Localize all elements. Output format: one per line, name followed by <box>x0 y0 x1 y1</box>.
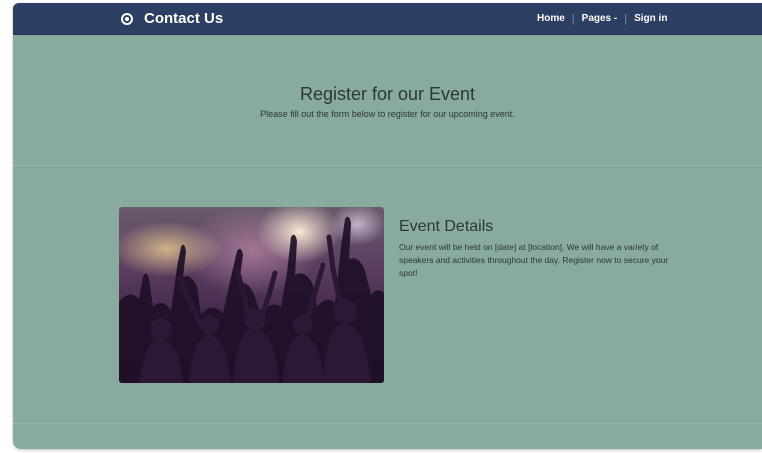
hero-section: Register for our Event Please fill out t… <box>13 35 762 165</box>
radio-button-icon <box>121 12 133 25</box>
nav-link-pages-label: Pages <box>581 13 612 24</box>
navbar: Contact Us Home | Pages - | Sign in <box>13 3 762 35</box>
section-divider-bottom <box>13 423 762 424</box>
hero-title: Register for our Event <box>299 84 476 104</box>
brand[interactable]: Contact Us <box>121 3 223 34</box>
nav-separator: | <box>624 12 628 25</box>
page-frame: Contact Us Home | Pages - | Sign in Regi… <box>13 3 762 449</box>
section-divider <box>13 165 762 166</box>
event-image <box>119 207 384 383</box>
nav-link-sign-in[interactable]: Sign in <box>634 13 667 24</box>
nav-separator: | <box>571 12 575 25</box>
event-details-text: Our event will be held on [date] at [loc… <box>399 242 669 278</box>
nav-link-pages[interactable]: Pages - <box>582 13 618 24</box>
chevron-down-icon: - <box>613 13 618 24</box>
crowd-silhouette-graphic <box>119 216 384 383</box>
nav-links: Home | Pages - | Sign in <box>537 3 667 34</box>
event-details-title: Event Details <box>399 218 494 235</box>
hero-subtitle: Please fill out the form below to regist… <box>260 109 515 119</box>
brand-label: Contact Us <box>144 10 224 27</box>
nav-link-home[interactable]: Home <box>537 13 565 24</box>
